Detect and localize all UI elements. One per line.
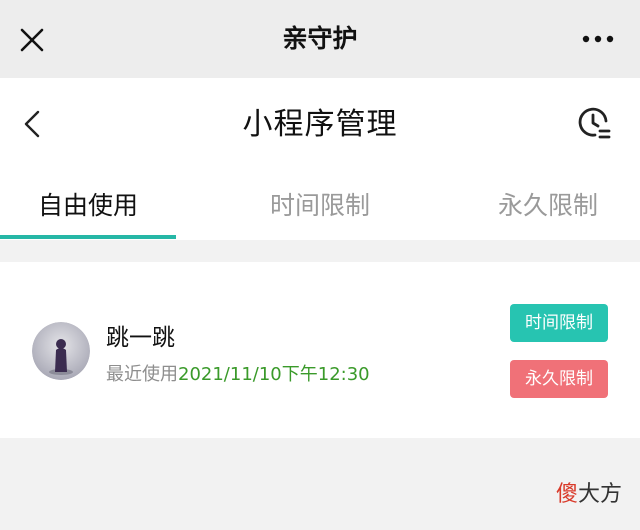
permanent-limit-button[interactable]: 永久限制: [510, 360, 608, 398]
app-name: 跳一跳: [106, 325, 175, 351]
tab-free-use[interactable]: 自由使用: [0, 172, 176, 240]
watermark-rest: 大方: [577, 482, 622, 507]
nav-bar: 小程序管理: [0, 78, 640, 172]
more-dots-icon[interactable]: [580, 26, 620, 52]
app-list-item: 跳一跳 最近使用2021/11/10下午12:30 时间限制 永久限制: [0, 262, 640, 438]
active-tab-indicator: [0, 235, 176, 239]
window-title: 亲守护: [282, 24, 358, 53]
last-used-timestamp: 2021/11/10下午12:30: [178, 364, 370, 385]
last-used-info: 最近使用2021/11/10下午12:30: [106, 360, 370, 386]
tab-permanent-limit[interactable]: 永久限制: [460, 172, 636, 240]
tab-bar: 自由使用 时间限制 永久限制: [0, 172, 640, 240]
tab-time-limit[interactable]: 时间限制: [232, 172, 408, 240]
time-limit-button[interactable]: 时间限制: [510, 304, 608, 342]
watermark-first-char: 傻: [555, 482, 578, 507]
top-bar: 亲守护: [0, 0, 640, 78]
page-title: 小程序管理: [242, 107, 398, 142]
watermark: 傻大方: [556, 476, 622, 508]
app-avatar: [32, 322, 90, 380]
clock-history-icon[interactable]: [576, 104, 612, 144]
last-used-label: 最近使用: [106, 364, 178, 385]
